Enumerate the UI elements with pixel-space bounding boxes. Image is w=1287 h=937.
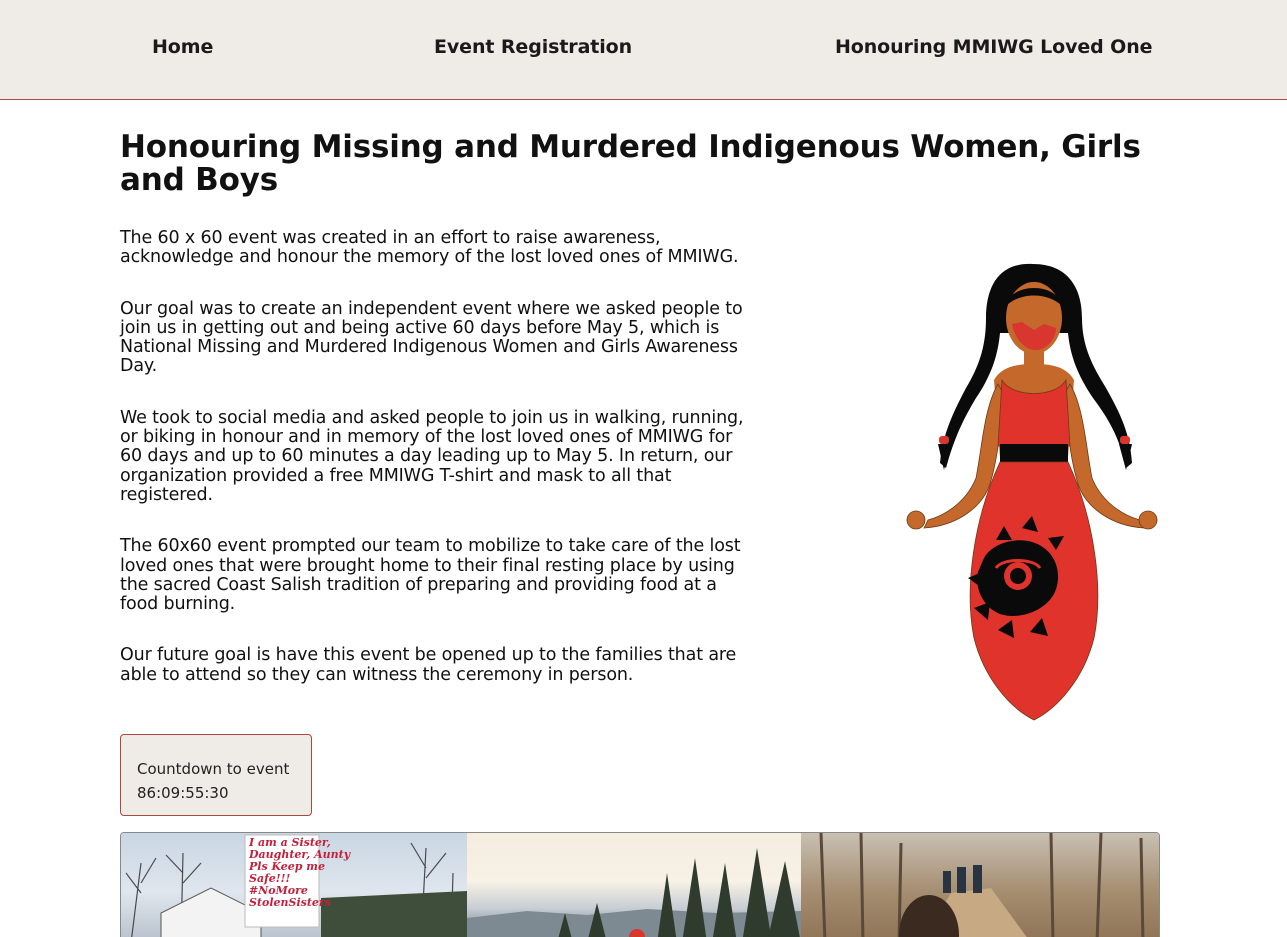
gallery-photo-trail-walk[interactable]	[800, 833, 1159, 937]
sign-line: StolenSisters	[249, 896, 331, 909]
paragraph-social-media: We took to social media and asked people…	[120, 407, 744, 505]
gallery-photo-sign[interactable]: I am a Sister, Daughter, Aunty Pls Keep …	[121, 833, 468, 937]
paragraph-food-burning: The 60x60 event prompted our team to mob…	[120, 536, 741, 615]
countdown-label: Countdown to event	[137, 760, 290, 778]
nav-home-link[interactable]: Home	[152, 36, 213, 58]
gallery-photo-sunset[interactable]	[467, 833, 801, 937]
event-description: The 60 x 60 event was created in an effo…	[120, 228, 745, 717]
mmiwg-woman-illustration	[898, 258, 1164, 723]
paragraph-goal: Our goal was to create an independent ev…	[120, 298, 743, 377]
nav-honouring-loved-one-link[interactable]: Honouring MMIWG Loved One	[835, 36, 1153, 58]
nav-event-registration-link[interactable]: Event Registration	[434, 36, 632, 58]
paragraph-intro: The 60 x 60 event was created in an effo…	[120, 228, 739, 268]
top-navbar: Home Event Registration Honouring MMIWG …	[0, 0, 1287, 100]
countdown-timer: 86:09:55:30	[137, 784, 229, 802]
countdown-box: Countdown to event 86:09:55:30	[120, 734, 312, 816]
page-title: Honouring Missing and Murdered Indigenou…	[120, 129, 1141, 198]
photo-gallery: I am a Sister, Daughter, Aunty Pls Keep …	[120, 832, 1160, 937]
protest-sign-text: I am a Sister, Daughter, Aunty Pls Keep …	[249, 837, 350, 909]
paragraph-future-goal: Our future goal is have this event be op…	[120, 645, 737, 685]
